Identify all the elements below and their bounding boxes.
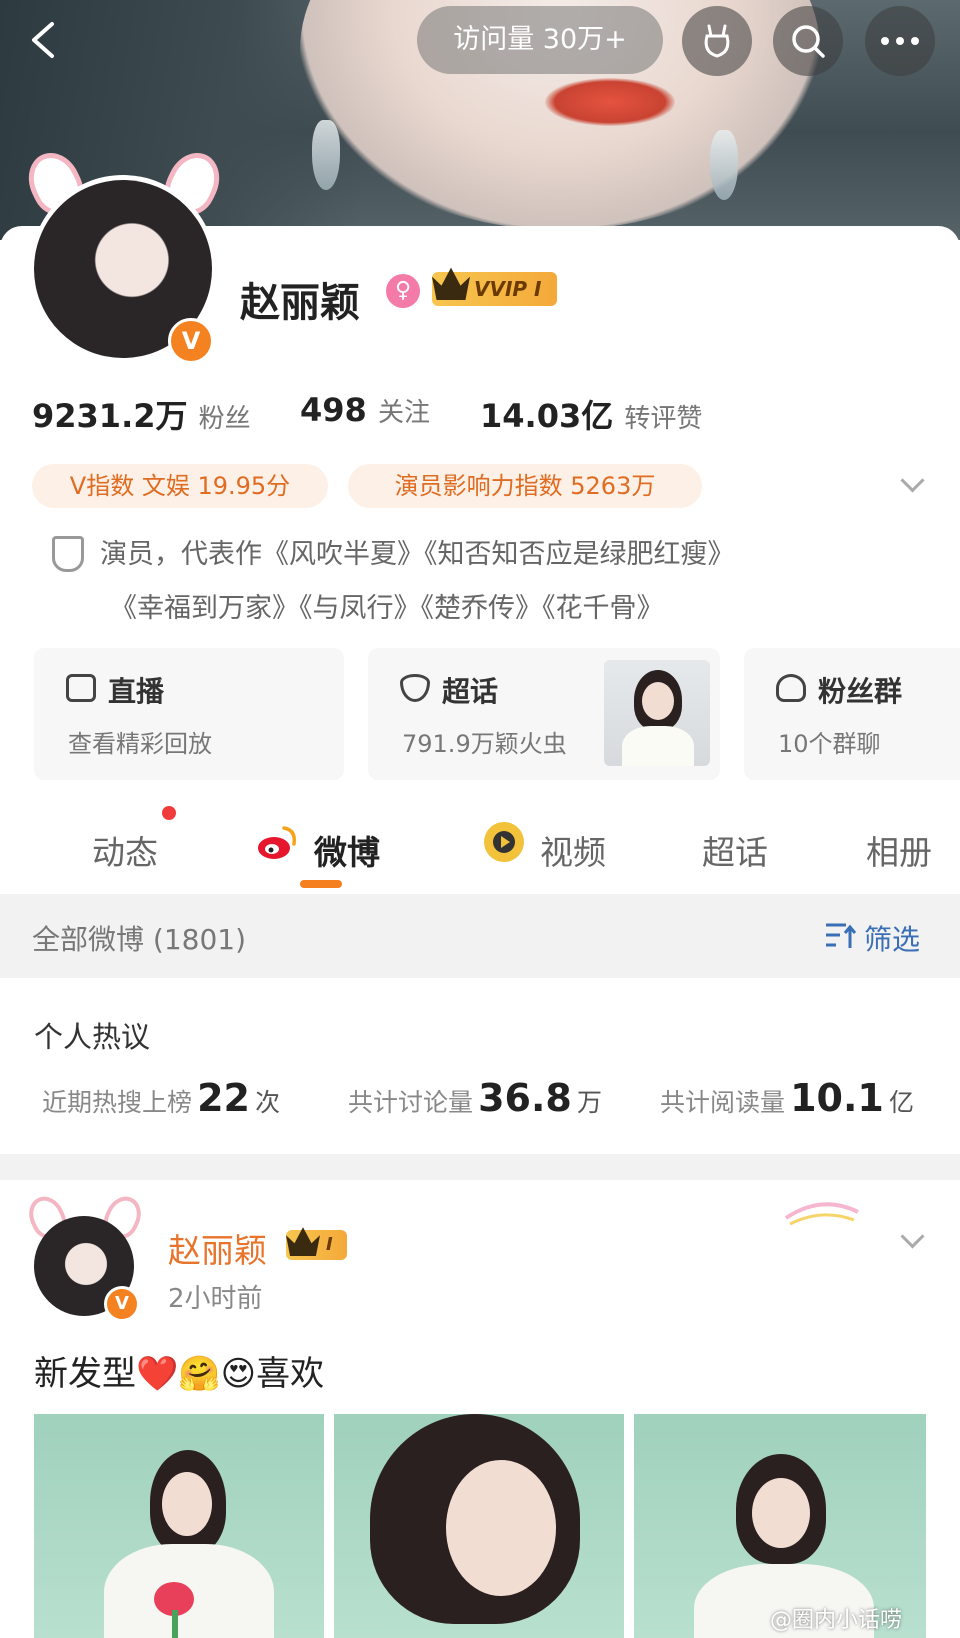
stat-interactions[interactable]: 14.03亿 转评赞 (480, 391, 702, 437)
filter-icon[interactable] (824, 920, 857, 950)
tile-fan-group-title: 粉丝群 (818, 675, 903, 708)
stat-interactions-unit: 转评赞 (624, 404, 703, 434)
hot-item-label: 近期热搜上榜 (42, 1088, 193, 1117)
hot-item-unit: 亿 (888, 1088, 914, 1117)
earring-left (312, 120, 340, 190)
hot-item-reads[interactable]: 共计阅读量 10.1 亿 (660, 1076, 914, 1120)
tile-supertopic-sub: 791.9万颖火虫 (402, 730, 567, 758)
tile-fan-group-sub: 10个群聊 (778, 730, 881, 758)
tab-album[interactable]: 相册 (866, 826, 932, 874)
hot-item-unit: 次 (255, 1088, 281, 1117)
stat-following-value: 498 (300, 391, 367, 429)
search-icon[interactable] (773, 6, 843, 76)
stat-fans-unit: 粉丝 (198, 404, 251, 434)
stat-following-unit: 关注 (377, 398, 430, 428)
profile-name: 赵丽颖 (240, 280, 360, 326)
hot-item-label: 共计讨论量 (348, 1088, 474, 1117)
watermark: @圈内小话唠 (770, 1608, 903, 1633)
diamond-icon (400, 674, 430, 702)
tab-supertopic[interactable]: 超话 (702, 826, 768, 874)
tile-live-sub: 查看精彩回放 (68, 730, 212, 758)
tile-live[interactable]: 直播 查看精彩回放 (34, 648, 344, 780)
video-icon (484, 822, 524, 862)
visit-count-pill[interactable]: 访问量 30万+ (417, 6, 663, 74)
post-text: 新发型❤️🤗😍喜欢 (34, 1346, 324, 1395)
section-separator (0, 1154, 960, 1180)
all-posts-count[interactable]: 全部微博 (1801) (32, 918, 246, 958)
verified-badge: V (168, 318, 214, 364)
bio-line-2: 《幸福到万家》《与凤行》《楚乔传》《花千骨》 (110, 593, 664, 624)
v-index-pill[interactable]: V指数 文娱 19.95分 (32, 464, 328, 508)
actor-influence-pill[interactable]: 演员影响力指数 5263万 (348, 464, 702, 508)
post-text-main: 新发型 (34, 1354, 136, 1394)
female-icon: ♀ (386, 274, 420, 308)
tile-supertopic[interactable]: 超话 791.9万颖火虫 (368, 648, 720, 780)
back-icon[interactable] (24, 18, 68, 62)
post-photo-1[interactable] (34, 1414, 324, 1638)
stat-fans[interactable]: 9231.2万 粉丝 (32, 391, 251, 437)
tile-fan-group[interactable]: 粉丝群 10个群聊 (744, 648, 960, 780)
decoration-icon (782, 1198, 862, 1228)
group-icon (776, 674, 806, 702)
hot-item-value: 10.1 (790, 1076, 884, 1120)
tile-supertopic-title: 超话 (442, 675, 499, 708)
more-icon[interactable] (865, 6, 935, 76)
stat-following[interactable]: 498 关注 (300, 391, 430, 429)
hot-item-label: 共计阅读量 (660, 1088, 786, 1117)
supertopic-thumbnail (604, 660, 710, 766)
post-text-tail: 喜欢 (256, 1354, 325, 1394)
post-author[interactable]: 赵丽颖 (168, 1224, 267, 1272)
stat-fans-value: 9231.2万 (32, 397, 188, 435)
shield-icon (52, 536, 84, 572)
tile-live-title: 直播 (108, 675, 165, 708)
post-photo-2[interactable] (334, 1414, 624, 1638)
tv-icon (66, 674, 96, 702)
bio-line-1: 演员，代表作《风吹半夏》《知否知否应是绿肥红瘦》 (100, 539, 735, 570)
notification-dot (162, 806, 176, 820)
weibo-logo-icon (256, 822, 300, 862)
hot-title: 个人热议 (34, 1020, 151, 1054)
tab-activity[interactable]: 动态 (92, 826, 158, 874)
active-tab-indicator (300, 880, 342, 888)
hot-item-unit: 万 (576, 1088, 602, 1117)
post-time: 2小时前 (168, 1284, 263, 1314)
cover-lips (545, 78, 675, 126)
hot-item-value: 36.8 (478, 1076, 572, 1120)
stat-interactions-value: 14.03亿 (480, 397, 614, 435)
hot-item-trending[interactable]: 近期热搜上榜 22 次 (42, 1076, 280, 1120)
hot-item-value: 22 (197, 1076, 250, 1120)
post-emoji: ❤️🤗😍 (136, 1354, 257, 1394)
earring-right (710, 130, 738, 200)
filter-button[interactable]: 筛选 (864, 918, 920, 958)
gift-icon[interactable] (682, 6, 752, 76)
post-verified-badge: V (104, 1286, 140, 1322)
tab-video[interactable]: 视频 (540, 826, 606, 874)
hot-item-discussion[interactable]: 共计讨论量 36.8 万 (348, 1076, 602, 1120)
tab-weibo[interactable]: 微博 (314, 826, 380, 874)
